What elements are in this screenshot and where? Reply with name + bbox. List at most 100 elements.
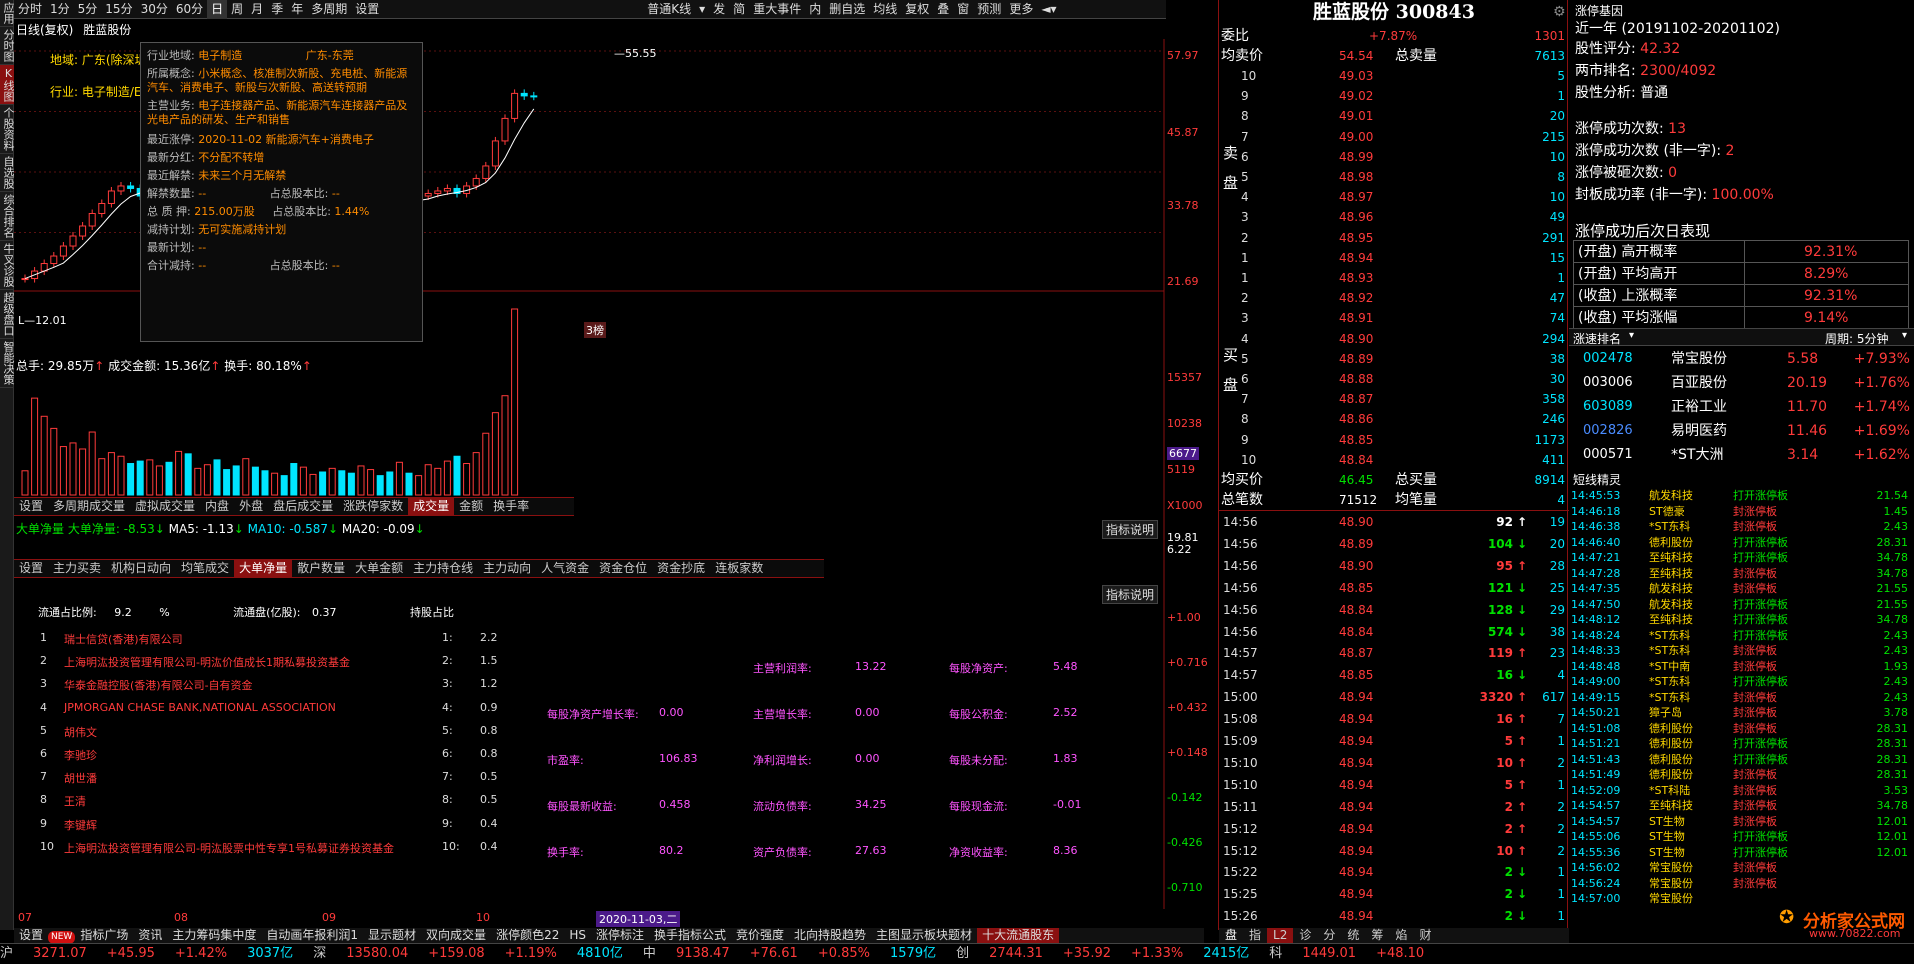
- volume-tab[interactable]: 换手率: [488, 498, 534, 515]
- order-book-row[interactable]: 4 48.90 294: [1219, 329, 1569, 351]
- order-book-row[interactable]: 3 48.96 49: [1219, 207, 1569, 229]
- holder-row[interactable]: 1 瑞士信贷(香港)有限公司 1: 2.2: [24, 631, 524, 651]
- short-row[interactable]: 14:56:02 常宝股份 封涨停板: [1569, 860, 1914, 875]
- indicator-tab[interactable]: 大单金额: [350, 560, 408, 577]
- volume-tab[interactable]: 成交量: [408, 498, 455, 515]
- volume-tab[interactable]: 涨跌停家数: [338, 498, 408, 515]
- short-row[interactable]: 14:47:28 至纯科技 封涨停板 34.78: [1569, 566, 1914, 581]
- quote-tab[interactable]: 焰: [1389, 928, 1413, 943]
- volume-tab[interactable]: 外盘: [234, 498, 268, 515]
- indicator-tab[interactable]: 设置: [14, 560, 48, 577]
- index-quote[interactable]: 中 9138.47 +76.61 +0.85% 1579亿: [643, 944, 946, 964]
- short-row[interactable]: 14:56:24 常宝股份 封涨停板: [1569, 876, 1914, 891]
- indicator-tab[interactable]: 资金仓位: [594, 560, 652, 577]
- volume-tab[interactable]: 金额: [454, 498, 488, 515]
- period-tab[interactable]: 1分: [46, 0, 74, 19]
- quote-tab[interactable]: 盘: [1219, 928, 1243, 943]
- left-nav-item[interactable]: 超级盘口: [0, 290, 15, 339]
- quote-tab[interactable]: 分: [1317, 928, 1341, 943]
- order-book-row[interactable]: 3 48.91 74: [1219, 308, 1569, 330]
- indicator-explain-button-2[interactable]: 指标说明: [1102, 585, 1159, 604]
- indicator-tab[interactable]: 主力买卖: [48, 560, 106, 577]
- short-row[interactable]: 14:48:24 *ST东科 打开涨停板 2.43: [1569, 628, 1914, 643]
- period-tab[interactable]: 60分: [172, 0, 207, 19]
- bottom-tab[interactable]: 显示题材: [363, 928, 421, 943]
- index-quote[interactable]: 创 2744.31 +35.92 +1.33% 2415亿: [956, 944, 1259, 964]
- speed-row[interactable]: 003006 百亚股份 20.19 +1.76%: [1569, 371, 1914, 395]
- order-book-row[interactable]: 4 48.97 10: [1219, 187, 1569, 209]
- speed-row[interactable]: 603089 正裕工业 11.70 +1.74%: [1569, 395, 1914, 419]
- short-row[interactable]: 14:48:12 至纯科技 打开涨停板 34.78: [1569, 612, 1914, 627]
- holder-row[interactable]: 2 上海明汯投资管理有限公司-明汯价值成长1期私募投资基金 2: 1.5: [24, 654, 524, 674]
- left-nav-item[interactable]: 分时图: [0, 27, 15, 65]
- bottom-tab[interactable]: 自动画年报利润1: [261, 928, 363, 943]
- toolbar-button[interactable]: 内: [805, 0, 825, 19]
- order-book-row[interactable]: 8 48.86 246: [1219, 409, 1569, 431]
- left-nav-item[interactable]: 综合排名: [0, 192, 15, 241]
- short-row[interactable]: 14:52:09 *ST科陆 封涨停板 3.53: [1569, 783, 1914, 798]
- holder-row[interactable]: 10 上海明汯投资管理有限公司-明汯股票中性专享1号私募证券投资基金 10: 0.4: [24, 840, 524, 860]
- period-tab[interactable]: 设置: [351, 0, 383, 19]
- indicator-tab[interactable]: 机构日动向: [106, 560, 176, 577]
- order-book-row[interactable]: 1 48.93 1: [1219, 268, 1569, 290]
- left-nav-item[interactable]: 个股资料: [0, 105, 15, 154]
- speed-row[interactable]: 000571 *ST大洲 3.14 +1.62%: [1569, 443, 1914, 467]
- short-row[interactable]: 14:49:15 *ST东科 封涨停板 2.43: [1569, 690, 1914, 705]
- index-quote[interactable]: 深 13580.04 +159.08 +1.19% 4810亿: [313, 944, 633, 964]
- bottom-tab[interactable]: 换手指标公式: [649, 928, 731, 943]
- order-book-row[interactable]: 10 48.84 411: [1219, 450, 1569, 472]
- quote-tab[interactable]: 统: [1341, 928, 1365, 943]
- order-book-row[interactable]: 10 49.03 5: [1219, 66, 1569, 88]
- toolbar-button[interactable]: 更多: [1005, 0, 1037, 19]
- short-row[interactable]: 14:46:18 ST德豪 封涨停板 1.45: [1569, 504, 1914, 519]
- gear-icon[interactable]: ⚙: [1553, 4, 1566, 20]
- order-book-row[interactable]: 5 48.89 38: [1219, 349, 1569, 371]
- bottom-tab[interactable]: 设置: [14, 928, 48, 943]
- short-row[interactable]: 14:54:57 至纯科技 封涨停板 34.78: [1569, 798, 1914, 813]
- indicator-tab[interactable]: 大单净量: [234, 560, 293, 577]
- left-nav-item[interactable]: 智能决策: [0, 339, 15, 388]
- left-nav-item[interactable]: 牛叉诊股: [0, 241, 15, 290]
- indicator-tab[interactable]: 均笔成交: [176, 560, 234, 577]
- short-row[interactable]: 14:45:53 航发科技 打开涨停板 21.54: [1569, 488, 1914, 503]
- short-row[interactable]: 14:46:40 德利股份 打开涨停板 28.31: [1569, 535, 1914, 550]
- order-book-row[interactable]: 7 49.00 215: [1219, 127, 1569, 149]
- period-tab[interactable]: 年: [287, 0, 307, 19]
- bottom-tab[interactable]: 资讯: [133, 928, 167, 943]
- toolbar-button[interactable]: 预测: [973, 0, 1005, 19]
- rank-badge[interactable]: 3榜: [584, 322, 606, 338]
- period-tab[interactable]: 15分: [101, 0, 136, 19]
- period-tab[interactable]: 季: [267, 0, 287, 19]
- holder-row[interactable]: 8 王清 8: 0.5: [24, 793, 524, 813]
- order-book-row[interactable]: 2 48.92 47: [1219, 288, 1569, 310]
- bottom-tab[interactable]: 北向持股趋势: [789, 928, 871, 943]
- bottom-tab[interactable]: 十大流通股东: [977, 928, 1060, 943]
- index-quote[interactable]: 科 1449.01 +48.10: [1269, 944, 1474, 964]
- order-book-row[interactable]: 1 48.94 15: [1219, 248, 1569, 270]
- indicator-tab[interactable]: 散户数量: [292, 560, 350, 577]
- kline-type-select[interactable]: 普通K线: [643, 0, 695, 19]
- short-row[interactable]: 14:51:49 德利股份 封涨停板 28.31: [1569, 767, 1914, 782]
- bottom-tab[interactable]: 指标广场: [75, 928, 133, 943]
- holder-row[interactable]: 5 胡伟文 5: 0.8: [24, 724, 524, 744]
- toolbar-button[interactable]: 均线: [869, 0, 901, 19]
- order-book-row[interactable]: 8 49.01 20: [1219, 106, 1569, 128]
- order-book-row[interactable]: 6 48.99 10: [1219, 147, 1569, 169]
- indicator-tab[interactable]: 人气资金: [536, 560, 594, 577]
- short-row[interactable]: 14:55:36 ST生物 打开涨停板 12.01: [1569, 845, 1914, 860]
- toolbar-button[interactable]: 重大事件: [749, 0, 805, 19]
- volume-tab[interactable]: 内盘: [200, 498, 234, 515]
- speed-row[interactable]: 002826 易明医药 11.46 +1.69%: [1569, 419, 1914, 443]
- toolbar-button[interactable]: 删自选: [825, 0, 869, 19]
- indicator-tab[interactable]: 主力动向: [478, 560, 536, 577]
- bottom-tab[interactable]: 竞价强度: [731, 928, 789, 943]
- bottom-tab[interactable]: 主力筹码集中度: [167, 928, 261, 943]
- toolbar-button[interactable]: 叠: [933, 0, 953, 19]
- bottom-tab[interactable]: 涨停颜色22: [491, 928, 564, 943]
- short-row[interactable]: 14:54:57 ST生物 封涨停板 12.01: [1569, 814, 1914, 829]
- quote-tab[interactable]: 诊: [1293, 928, 1317, 943]
- holder-row[interactable]: 3 华泰金融控股(香港)有限公司-自有资金 3: 1.2: [24, 677, 524, 697]
- period-tab[interactable]: 周: [227, 0, 247, 19]
- left-nav-item[interactable]: 自选股: [0, 154, 15, 192]
- short-row[interactable]: 14:51:21 德利股份 打开涨停板 28.31: [1569, 736, 1914, 751]
